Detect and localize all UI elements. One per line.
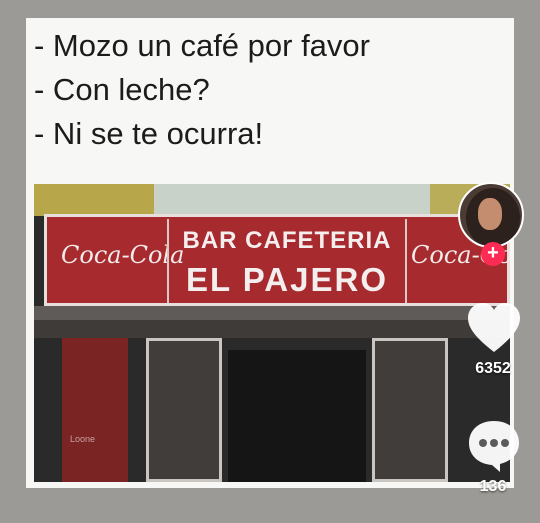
like-count: 6352 <box>475 360 511 377</box>
comment-count: 136 <box>479 478 507 495</box>
comment-icon[interactable] <box>466 418 522 474</box>
heart-icon[interactable] <box>466 302 522 354</box>
joke-line-3: - Ni se te ocurra! <box>34 116 264 151</box>
sign-center-panel: BAR CAFETERIA EL PAJERO <box>167 219 407 303</box>
awning <box>34 306 510 320</box>
doorway <box>228 350 366 482</box>
sign-line-1: BAR CAFETERIA <box>182 227 392 254</box>
sign-line-2: EL PAJERO <box>186 261 388 298</box>
creator-avatar[interactable] <box>458 182 524 248</box>
pillar-label: Loone <box>70 434 96 444</box>
follow-plus-icon[interactable]: + <box>481 242 505 266</box>
door-right <box>372 338 448 482</box>
cafe-photo: Coca-Cola BAR CAFETERIA EL PAJERO Coca-C… <box>34 184 510 482</box>
joke-line-2: - Con leche? <box>34 72 210 107</box>
joke-line-1: - Mozo un café por favor <box>34 28 370 63</box>
photo-building-left <box>34 184 154 216</box>
coca-cola-logo-left: Coca-Cola <box>61 241 185 269</box>
awning-shadow <box>34 320 510 338</box>
avatar-face <box>478 198 502 230</box>
joke-text: - Mozo un café por favor - Con leche? - … <box>34 24 370 156</box>
storefront-sign: Coca-Cola BAR CAFETERIA EL PAJERO Coca-C… <box>44 214 510 306</box>
door-left <box>146 338 222 482</box>
post-card: - Mozo un café por favor - Con leche? - … <box>26 18 514 488</box>
red-pillar <box>62 338 128 482</box>
